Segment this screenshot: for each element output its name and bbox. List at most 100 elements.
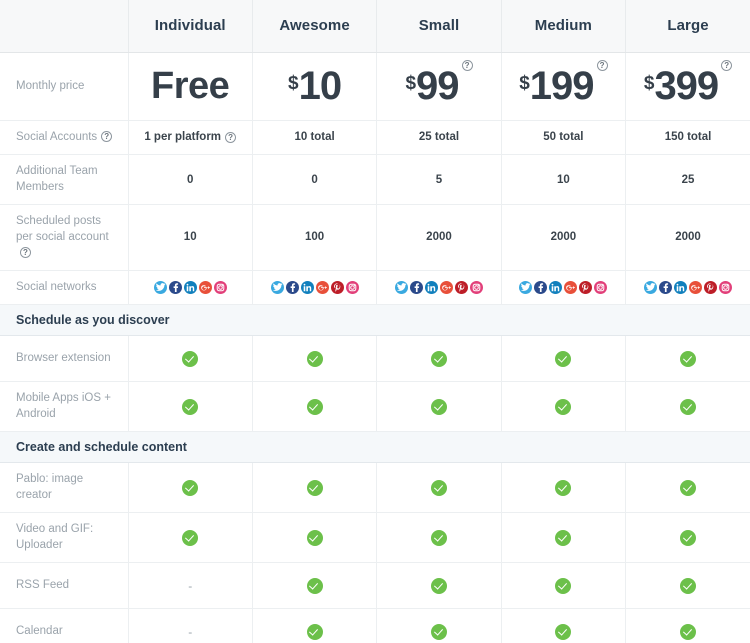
feature-row: Video and GIF: Uploader — [0, 512, 750, 564]
spec-value-cell: 10 — [501, 154, 627, 206]
spec-value-cell: 2000 — [501, 204, 627, 271]
corner-cell — [0, 0, 128, 53]
feature-value-cell — [501, 335, 627, 383]
table-body: Monthly price Free $10 $99? $199? $399? Social… — [0, 52, 750, 643]
feature-label: Social Accounts? — [0, 120, 129, 156]
check-icon — [182, 350, 199, 367]
check-icon — [680, 529, 697, 546]
plan-header-small: Small — [376, 0, 502, 53]
linkedin-icon — [183, 280, 197, 294]
spec-value: 0 — [311, 173, 318, 186]
check-icon — [555, 623, 572, 640]
feature-value-cell — [376, 512, 502, 564]
plan-header-medium: Medium — [500, 0, 626, 53]
check-icon — [430, 577, 447, 594]
feature-value-cell — [128, 462, 253, 514]
price-cell-large: $399? — [625, 52, 750, 121]
feature-value-cell — [376, 335, 502, 383]
feature-label: Video and GIF: Uploader — [0, 512, 129, 564]
price-amount: 199 — [529, 64, 595, 108]
spec-row: Additional Team Members 0 0 5 10 25 — [0, 154, 750, 206]
linkedin-icon — [674, 280, 688, 294]
check-icon — [306, 623, 323, 640]
feature-label: Calendar — [0, 608, 129, 643]
section-title: Schedule as you discover — [0, 304, 750, 337]
social-icon-group — [394, 280, 484, 294]
instagram-icon — [469, 280, 483, 294]
help-icon[interactable]: ? — [461, 60, 473, 72]
section-title: Create and schedule content — [0, 431, 750, 464]
pinterest-icon — [579, 280, 593, 294]
feature-row: Browser extension — [0, 335, 750, 383]
section-header-row: Create and schedule content — [0, 431, 750, 464]
spec-value-cell: 2000 — [625, 204, 750, 271]
price-cell-medium: $199? — [501, 52, 627, 121]
check-icon — [430, 623, 447, 640]
feature-value-cell — [501, 562, 627, 610]
section-header-row: Schedule as you discover — [0, 304, 750, 337]
social-networks-cell — [376, 270, 502, 306]
social-networks-cell — [625, 270, 750, 306]
feature-label: Browser extension — [0, 335, 129, 383]
spec-value-cell: 0 — [128, 154, 253, 206]
spec-value: 2000 — [675, 231, 701, 244]
check-icon — [430, 398, 447, 415]
social-networks-cell — [501, 270, 627, 306]
feature-value-cell — [376, 608, 502, 643]
googleplus-icon — [198, 280, 212, 294]
price-cell-individual: Free — [128, 52, 253, 121]
help-icon[interactable]: ? — [225, 131, 237, 143]
social-networks-label: Social networks — [0, 270, 129, 306]
feature-row: RSS Feed - — [0, 562, 750, 610]
feature-value-cell — [252, 608, 378, 643]
feature-value-cell — [128, 381, 253, 433]
plan-header-large: Large — [625, 0, 750, 53]
help-icon[interactable]: ? — [596, 60, 608, 72]
feature-row: Calendar - — [0, 608, 750, 643]
spec-value: 10 — [183, 231, 197, 244]
spec-value-cell: 5 — [376, 154, 502, 206]
check-icon — [555, 479, 572, 496]
check-icon — [555, 350, 572, 367]
feature-label: Mobile Apps iOS + Android — [0, 381, 129, 433]
spec-value-cell: 2000 — [376, 204, 502, 271]
feature-value-cell — [252, 335, 378, 383]
instagram-icon — [345, 280, 359, 294]
instagram-icon — [213, 280, 227, 294]
feature-value-cell — [625, 381, 750, 433]
social-networks-cell — [252, 270, 378, 306]
feature-label: Additional Team Members — [0, 154, 129, 206]
spec-value: 150 total — [664, 131, 712, 144]
feature-label-text: Additional Team Members — [16, 165, 98, 193]
help-icon[interactable]: ? — [721, 60, 733, 72]
twitter-icon — [270, 280, 284, 294]
check-icon — [555, 529, 572, 546]
currency-symbol: $ — [643, 73, 655, 94]
price-cell-awesome: $10 — [252, 52, 378, 121]
help-icon[interactable]: ? — [101, 130, 113, 142]
price-cell-small: $99? — [376, 52, 502, 121]
feature-value-cell — [252, 562, 378, 610]
check-icon — [555, 577, 572, 594]
social-networks-cell — [128, 270, 253, 306]
price-value: Free — [151, 67, 230, 105]
feature-value-cell — [128, 512, 253, 564]
instagram-icon — [719, 280, 733, 294]
price-value: $99 — [405, 66, 459, 106]
spec-value-cell: 50 total — [501, 120, 627, 156]
feature-value-cell — [501, 608, 627, 643]
check-icon — [680, 623, 697, 640]
facebook-icon — [409, 280, 423, 294]
check-icon — [182, 529, 199, 546]
plan-header-row: Individual Awesome Small Medium Large — [0, 0, 750, 53]
social-icon-group — [270, 280, 360, 294]
facebook-icon — [168, 280, 182, 294]
price-value: $399 — [643, 66, 719, 106]
spec-row: Scheduled posts per social account? 10 100… — [0, 204, 750, 271]
spec-value-cell: 1 per platform? — [128, 120, 253, 156]
feature-value-cell — [625, 608, 750, 643]
pricing-table: Individual Awesome Small Medium Large Monthl… — [0, 0, 750, 643]
feature-value-cell — [376, 562, 502, 610]
help-icon[interactable]: ? — [20, 246, 31, 258]
facebook-icon — [534, 280, 548, 294]
